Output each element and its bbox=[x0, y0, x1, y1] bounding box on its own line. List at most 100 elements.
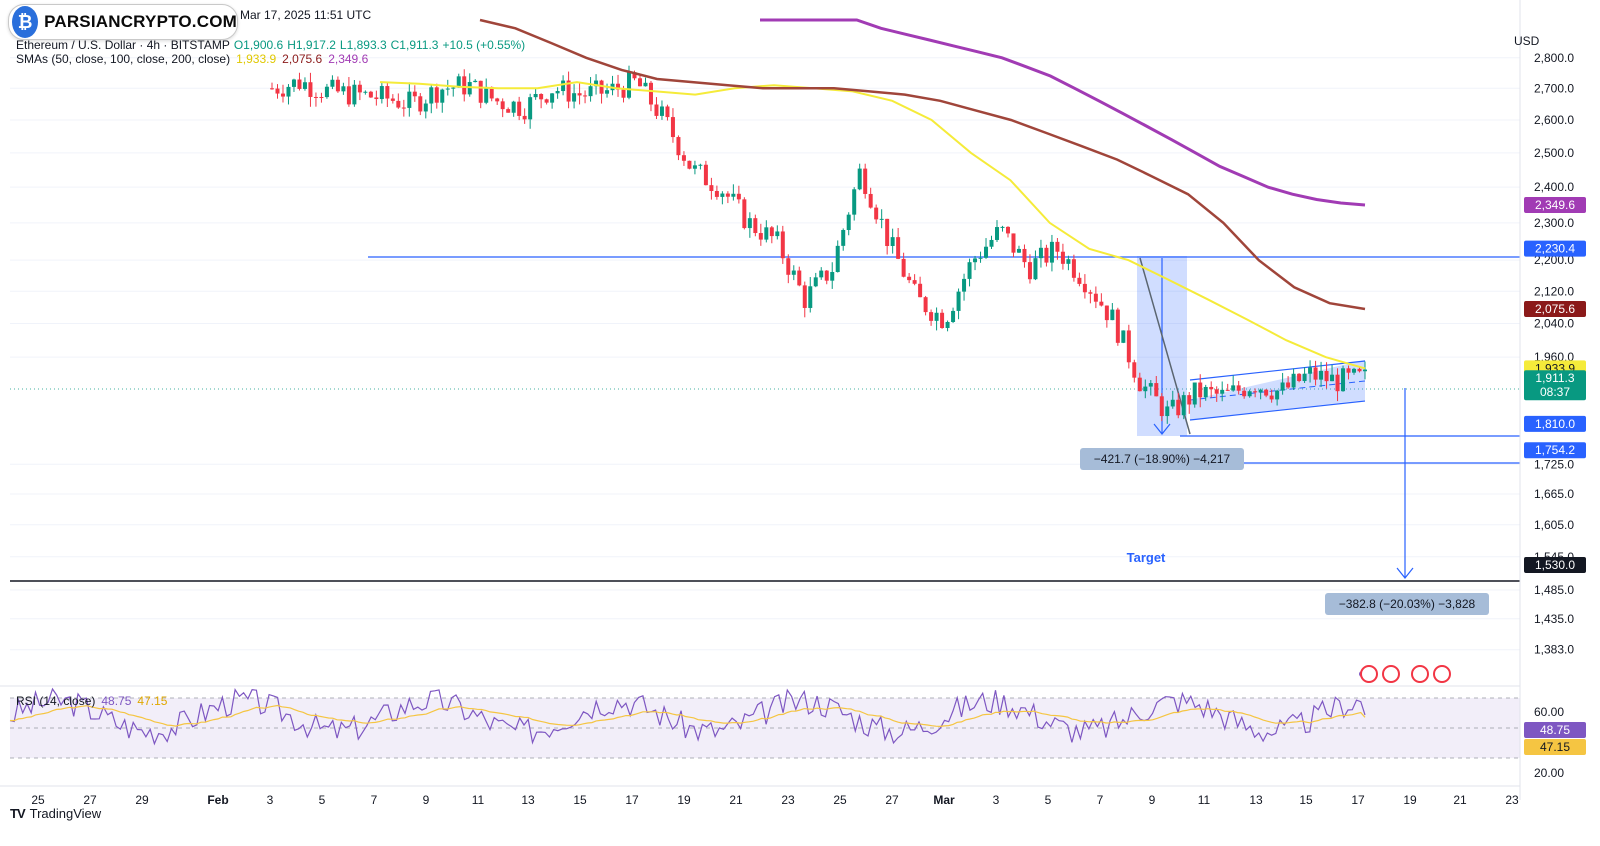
time-tick-label: 7 bbox=[1097, 793, 1104, 807]
candle-body bbox=[747, 218, 752, 229]
candle-body bbox=[423, 103, 428, 112]
candle-body bbox=[346, 86, 351, 105]
candle-body bbox=[1049, 241, 1054, 263]
candle-body bbox=[1022, 248, 1027, 263]
logo-mark-icon: ₿ bbox=[12, 6, 39, 38]
candle-body bbox=[1236, 385, 1241, 391]
candle-body bbox=[852, 189, 857, 215]
candle-body bbox=[297, 79, 302, 89]
candle-body bbox=[1258, 389, 1263, 393]
candle-body bbox=[989, 239, 994, 247]
candle-body bbox=[956, 291, 961, 311]
candle-body bbox=[533, 93, 538, 98]
candle-body bbox=[330, 79, 335, 87]
candle-body bbox=[901, 258, 906, 277]
symbol-title[interactable]: Ethereum / U.S. Dollar · 4h · BITSTAMP bbox=[16, 38, 230, 52]
parsiancrypto-logo: ₿ PARSIANCRYPTO.COM bbox=[8, 4, 238, 40]
candle-body bbox=[1203, 386, 1208, 398]
drop-measure-label: −421.7 (−18.90%) −4,217 bbox=[1094, 452, 1231, 466]
rsi-ma-badge: 47.15 bbox=[1540, 740, 1570, 754]
us-flag-icon[interactable] bbox=[1433, 665, 1451, 683]
candle-body bbox=[1088, 292, 1093, 294]
time-tick-label: 7 bbox=[371, 793, 378, 807]
candle-body bbox=[923, 297, 928, 313]
time-tick-label: 21 bbox=[1453, 793, 1467, 807]
candle-body bbox=[1016, 248, 1021, 253]
candle-body bbox=[643, 82, 648, 87]
candle-body bbox=[522, 115, 527, 120]
candle-body bbox=[912, 280, 917, 284]
candle-body bbox=[401, 107, 406, 109]
candle-body bbox=[1165, 406, 1170, 417]
candle-body bbox=[951, 310, 956, 322]
candle-body bbox=[605, 90, 610, 94]
us-flag-icon[interactable] bbox=[1360, 665, 1378, 683]
time-tick-label: 23 bbox=[781, 793, 795, 807]
candle-body bbox=[1060, 251, 1065, 264]
time-tick-label: 15 bbox=[573, 793, 587, 807]
candle-body bbox=[1291, 373, 1296, 388]
candle-body bbox=[846, 214, 851, 230]
candle-body bbox=[940, 312, 945, 328]
sma-200-line bbox=[760, 18, 1366, 207]
candle-body bbox=[665, 106, 670, 118]
candle-body bbox=[681, 155, 686, 161]
time-tick-label: Feb bbox=[207, 793, 228, 807]
candle-body bbox=[1214, 389, 1219, 394]
candle-body bbox=[429, 87, 434, 104]
candle-body bbox=[412, 91, 417, 97]
candle-body bbox=[302, 82, 307, 89]
candle-body bbox=[291, 79, 296, 87]
us-flag-icon[interactable] bbox=[1382, 665, 1400, 683]
rsi-axis-60: 60.00 bbox=[1534, 705, 1564, 719]
chart-canvas[interactable]: −421.7 (−18.90%) −4,217 −382.8 (−20.03%)… bbox=[0, 0, 1600, 846]
candle-body bbox=[341, 86, 346, 92]
ohlc-open: O1,900.6 bbox=[233, 38, 284, 52]
candle-body bbox=[890, 237, 895, 246]
candle-body bbox=[1110, 309, 1115, 321]
rsi-axis-20: 20.00 bbox=[1534, 766, 1564, 780]
time-tick-label: 13 bbox=[1249, 793, 1263, 807]
symbol-header[interactable]: Ethereum / U.S. Dollar · 4h · BITSTAMP O… bbox=[16, 38, 525, 52]
currency-label[interactable]: USD bbox=[1514, 34, 1539, 48]
candle-body bbox=[495, 98, 500, 102]
candle-body bbox=[1275, 390, 1280, 400]
candle-body bbox=[857, 168, 862, 190]
candle-body bbox=[390, 98, 395, 101]
candle-body bbox=[962, 278, 967, 292]
candle-body bbox=[1286, 382, 1291, 388]
sma-200-value: 2,349.6 bbox=[328, 52, 369, 66]
sma-50-line bbox=[379, 81, 1366, 370]
candle-body bbox=[742, 199, 747, 229]
candle-body bbox=[1280, 382, 1285, 391]
rsi-legend-ma: 47.15 bbox=[137, 694, 168, 708]
rsi-legend[interactable]: RSI (14, close) 48.75 47.15 bbox=[16, 694, 167, 708]
candle-body bbox=[313, 96, 318, 98]
sma-legend[interactable]: SMAs (50, close, 100, close, 200, close)… bbox=[16, 52, 368, 66]
candle-body bbox=[561, 80, 566, 92]
candle-body bbox=[874, 207, 879, 220]
price-tick-label: 2,500.0 bbox=[1534, 146, 1574, 160]
candle-body bbox=[517, 101, 522, 116]
rsi-legend-label[interactable]: RSI (14, close) bbox=[16, 694, 95, 708]
candle-body bbox=[725, 193, 730, 197]
candle-body bbox=[753, 218, 758, 234]
price-tick-label: 1,383.0 bbox=[1534, 643, 1574, 657]
time-tick-label: 17 bbox=[1351, 793, 1365, 807]
candle-body bbox=[731, 193, 736, 197]
candle-body bbox=[1352, 368, 1357, 373]
candle-body bbox=[1066, 259, 1071, 264]
time-tick-label: 15 bbox=[1299, 793, 1313, 807]
time-axis[interactable]: 25 27 29 Feb 3 5 7 9 11 13 15 17 19 21 23 25 27 Mar 3 5 7 9 11… bbox=[31, 793, 1519, 807]
price-tick-label: 2,600.0 bbox=[1534, 113, 1574, 127]
us-flag-icon[interactable] bbox=[1411, 665, 1429, 683]
tradingview-branding[interactable]: TV TradingView bbox=[10, 806, 101, 821]
candle-body bbox=[780, 231, 785, 259]
candle-body bbox=[984, 246, 989, 258]
time-tick-label: 27 bbox=[83, 793, 97, 807]
candle-body bbox=[918, 283, 923, 298]
candle-body bbox=[868, 193, 873, 208]
sma-legend-label[interactable]: SMAs (50, close, 100, close, 200, close) bbox=[16, 52, 230, 66]
candle-body bbox=[319, 96, 324, 98]
economic-event-icons[interactable] bbox=[1359, 665, 1451, 683]
